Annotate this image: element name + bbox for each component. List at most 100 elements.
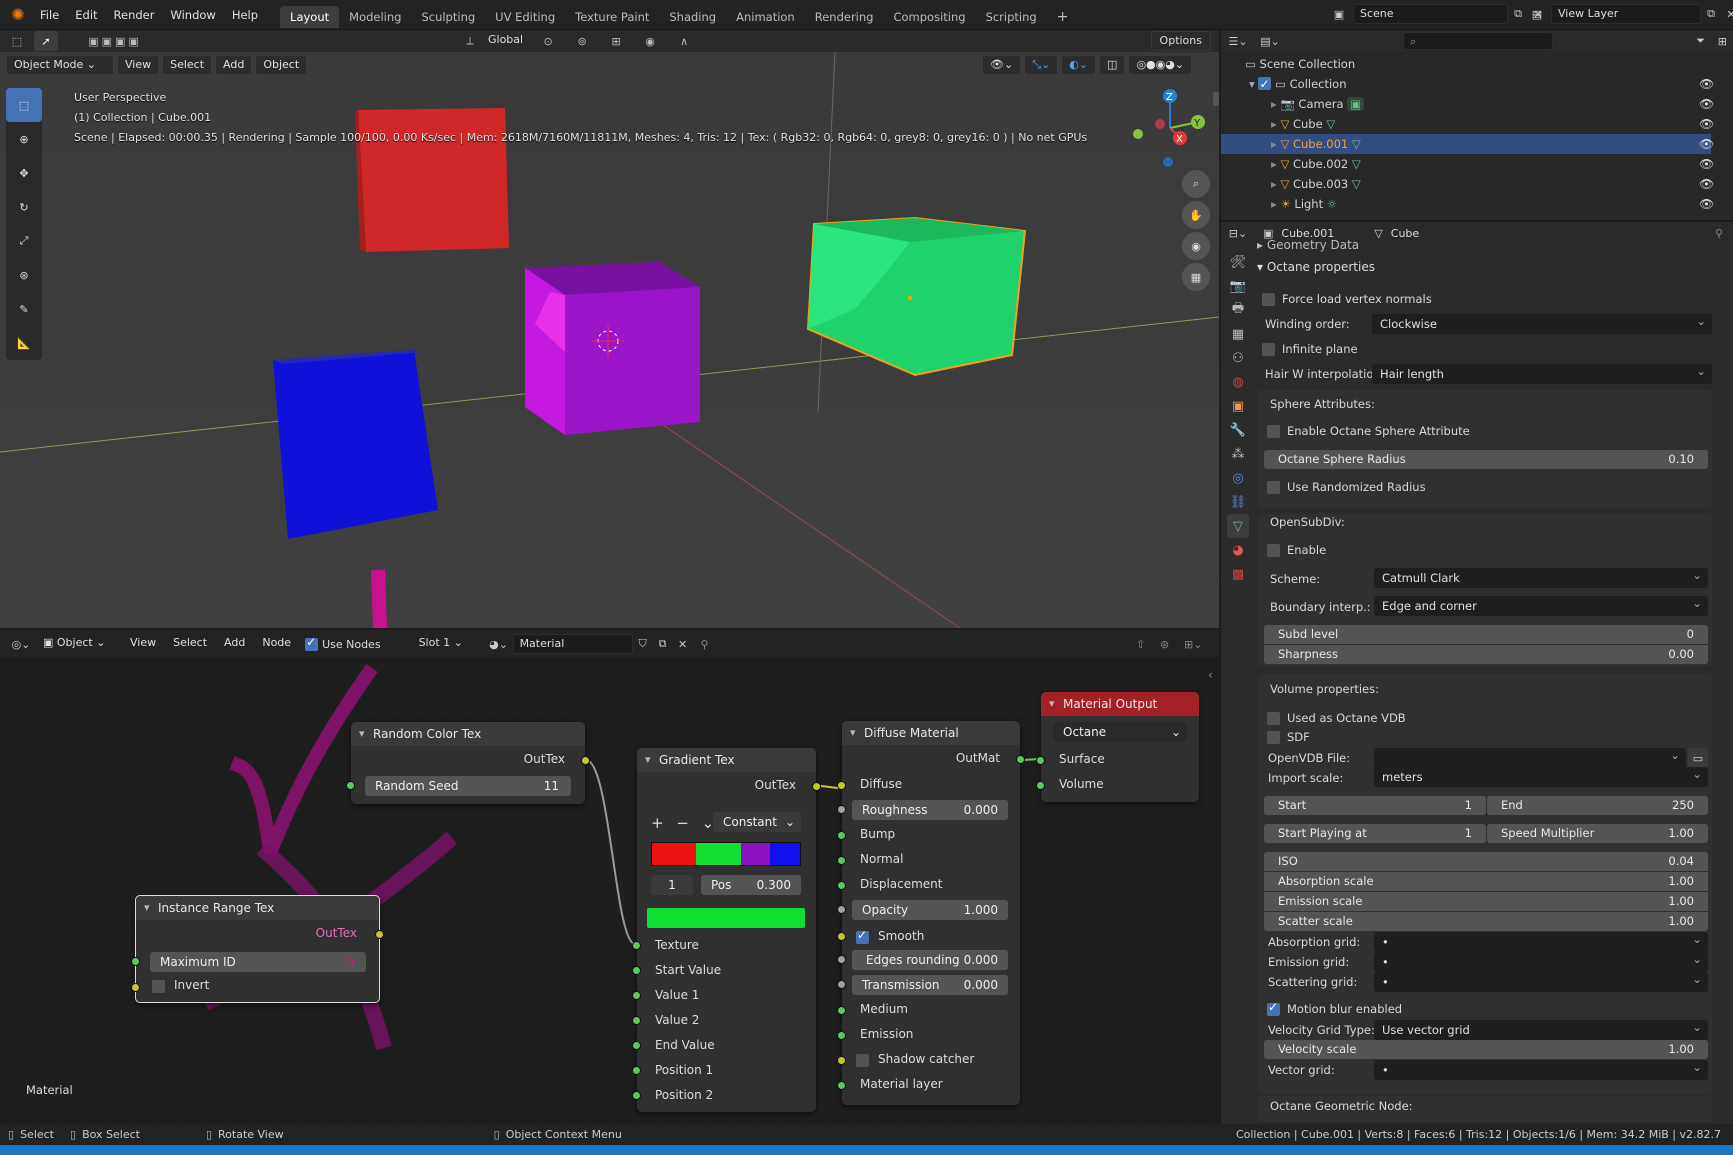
used-as-vdb-checkbox[interactable] <box>1267 712 1280 725</box>
editor-type-icon[interactable]: ⬚ <box>0 35 34 48</box>
snap-target-icon[interactable]: ⊞ <box>599 35 633 48</box>
mesh-data-icon[interactable]: ▽ <box>1352 157 1361 171</box>
menu-view-3d[interactable]: View <box>117 55 160 75</box>
select-box-tool-icon[interactable]: ⬚ <box>6 88 42 122</box>
eye-icon[interactable]: 👁 <box>1699 134 1714 154</box>
random-seed-field[interactable]: Random Seed 11 <box>365 776 571 796</box>
move-tool-icon[interactable]: ✥ <box>6 156 42 190</box>
invert-checkbox[interactable] <box>152 980 165 993</box>
boundary-dropdown[interactable]: Edge and corner <box>1374 593 1708 616</box>
outliner-item-cube-003[interactable]: ▸ ▽ Cube.003 ▽ <box>1221 174 1711 194</box>
menu-node[interactable]: Node <box>255 634 298 654</box>
speed-multiplier-slider[interactable]: Speed Multiplier 1.00 <box>1487 824 1708 843</box>
eye-icon[interactable]: 👁 <box>1699 114 1714 134</box>
tool-tab-icon[interactable]: 🛠 <box>1227 250 1249 274</box>
new-collection-icon[interactable]: ⊞ <box>1718 35 1727 48</box>
import-scale-dropdown[interactable]: meters <box>1374 764 1708 787</box>
interpolation-dropdown[interactable]: Constant ⌄ <box>713 812 801 832</box>
view-layer-field[interactable]: View Layer <box>1551 4 1701 24</box>
socket-texture[interactable] <box>632 941 641 950</box>
smooth-checkbox[interactable] <box>856 928 869 944</box>
socket-output[interactable] <box>375 930 384 939</box>
unlink-material-icon[interactable]: ✕ <box>673 638 693 651</box>
add-workspace-icon[interactable]: + <box>1047 6 1079 28</box>
geometry-data-panel-header[interactable]: ▸ Geometry Data <box>1257 238 1359 252</box>
opacity-field[interactable]: Opacity 1.000 <box>852 900 1008 920</box>
socket-displacement[interactable] <box>837 881 846 890</box>
expand-arrow-icon[interactable]: ▾ <box>1249 77 1255 91</box>
stop-index-field[interactable]: 1 <box>651 875 693 895</box>
color-ramp-bar[interactable] <box>651 842 801 866</box>
node-editor-type-icon[interactable]: ◎⌄ <box>6 638 36 651</box>
texture-tab-icon[interactable]: ▩ <box>1227 562 1249 586</box>
eye-icon[interactable]: 👁 <box>1699 174 1714 194</box>
socket-surface[interactable] <box>1036 756 1045 765</box>
sidebar-toggle[interactable] <box>1213 92 1219 106</box>
tab-modeling[interactable]: Modeling <box>339 6 411 28</box>
hair-interp-dropdown[interactable]: Hair length <box>1372 361 1712 384</box>
start-playing-slider[interactable]: Start Playing at 1 <box>1264 824 1486 843</box>
material-browse-icon[interactable]: ◕⌄ <box>485 638 513 651</box>
socket-opacity[interactable] <box>837 905 846 914</box>
snap-icon[interactable]: ⊚ <box>565 35 599 48</box>
pin-icon[interactable]: ⚲ <box>1715 227 1723 240</box>
node-title[interactable]: Diffuse Material <box>842 721 1020 745</box>
transform-orientation-dropdown[interactable]: Global <box>480 31 531 51</box>
outliner-item-cube[interactable]: ▸ ▽ Cube ▽ <box>1221 114 1711 134</box>
socket-medium[interactable] <box>837 1006 846 1015</box>
iso-slider[interactable]: ISO 0.04 <box>1264 852 1708 871</box>
new-view-layer-icon[interactable]: ⧉ <box>1701 7 1721 21</box>
socket-bump[interactable] <box>837 831 846 840</box>
mesh-data-icon[interactable]: ▽ <box>1352 137 1361 151</box>
socket-volume[interactable] <box>1036 781 1045 790</box>
subd-level-slider[interactable]: Subd level 0 <box>1264 625 1708 644</box>
collection-checkbox[interactable] <box>1258 74 1272 94</box>
gizmo-neg-z-icon[interactable] <box>1163 157 1173 167</box>
node-title[interactable]: Gradient Tex <box>637 748 816 772</box>
navigation-gizmo[interactable]: Z Y X <box>1130 88 1210 168</box>
measure-tool-icon[interactable]: 📐 <box>6 326 42 360</box>
socket-position-1[interactable] <box>632 1066 641 1075</box>
socket-position-2[interactable] <box>632 1091 641 1100</box>
scattering-grid-field[interactable]: • <box>1374 969 1708 992</box>
properties-editor-type-icon[interactable]: ⊟⌄ <box>1221 227 1255 240</box>
rotate-tool-icon[interactable]: ↻ <box>6 190 42 224</box>
node-diffuse-material[interactable]: Diffuse Material OutMat Diffuse Roughnes… <box>837 721 1025 1105</box>
overlay-toggle-icon[interactable]: ◐⌄ <box>1061 55 1097 75</box>
expand-arrow-icon[interactable]: ▸ <box>1271 197 1277 211</box>
position-field[interactable]: Pos 0.300 <box>701 875 801 895</box>
eye-icon[interactable]: 👁 <box>1699 194 1714 214</box>
outliner-item-camera[interactable]: ▸ 📷 Camera ▣ <box>1221 94 1711 114</box>
snap-node-icon[interactable]: ⊛ <box>1160 638 1169 651</box>
socket-output[interactable] <box>581 756 590 765</box>
gizmo-toggle-icon[interactable]: ⤡⌄ <box>1024 55 1059 75</box>
world-tab-icon[interactable]: ◍ <box>1227 370 1249 394</box>
sharpness-slider[interactable]: Sharpness 0.00 <box>1264 645 1708 664</box>
xray-icon[interactable]: ◫ <box>1099 55 1126 75</box>
output-tab-icon[interactable]: 🖶 <box>1227 298 1249 322</box>
physics-tab-icon[interactable]: ◎ <box>1227 466 1249 490</box>
socket-value-1[interactable] <box>632 991 641 1000</box>
expand-arrow-icon[interactable]: ▸ <box>1271 97 1277 111</box>
blue-cube[interactable] <box>273 350 438 539</box>
menu-view-node[interactable]: View <box>123 634 163 654</box>
scale-tool-icon[interactable]: ⤢ <box>6 224 42 258</box>
light-data-icon[interactable]: ☼ <box>1327 197 1337 211</box>
menu-object-3d[interactable]: Object <box>255 55 308 75</box>
shadow-catcher-checkbox[interactable] <box>856 1054 869 1067</box>
tab-scripting[interactable]: Scripting <box>976 6 1047 28</box>
infinite-plane-checkbox[interactable] <box>1262 343 1275 356</box>
pivot-icon[interactable]: ⊙ <box>531 35 565 48</box>
outliner-editor-type-icon[interactable]: ☰⌄ <box>1221 35 1255 48</box>
scatter-scale-slider[interactable]: Scatter scale 1.00 <box>1264 912 1708 931</box>
enable-sphere-checkbox[interactable] <box>1267 425 1280 438</box>
tab-uv-editing[interactable]: UV Editing <box>485 6 565 28</box>
fake-user-icon[interactable]: ⛉ <box>633 637 653 651</box>
duplicate-material-icon[interactable]: ⧉ <box>653 637 673 651</box>
snap-mode-icon[interactable]: ⊞⌄ <box>1184 638 1202 651</box>
node-material-output[interactable]: Material Output Octane⌄ Surface Volume <box>1036 692 1199 802</box>
start-frame-slider[interactable]: Start 1 <box>1264 796 1486 815</box>
octane-properties-panel-header[interactable]: ▾ Octane properties <box>1257 260 1375 274</box>
material-name-field[interactable]: Material <box>512 634 633 654</box>
tab-animation[interactable]: Animation <box>726 6 805 28</box>
